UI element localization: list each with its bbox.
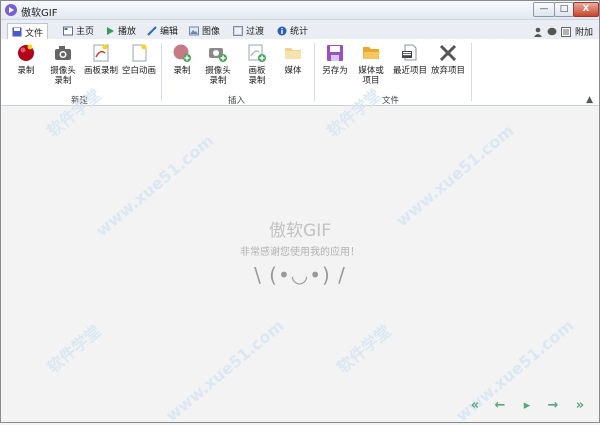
play-triangle-icon[interactable]: ▸ (520, 399, 534, 412)
tab-transition-label: 过渡 (246, 27, 265, 37)
insert-webcam-record-button[interactable]: 摄像头录制 (201, 43, 235, 86)
watermark-url: www.xue51.com (162, 315, 288, 425)
blank-page-icon (129, 43, 149, 63)
discard-project-button[interactable]: 放弃项目 (429, 43, 467, 76)
save-as-button[interactable]: 另存为 (319, 43, 351, 76)
folder-icon (283, 43, 303, 63)
drawing-board-add-icon (247, 43, 267, 63)
tab-home-label: 主页 (76, 27, 95, 37)
welcome-subtitle: 非常感谢您使用我的应用！ (240, 247, 360, 258)
pencil-icon (147, 25, 157, 36)
first-frame-double-arrow-left-icon[interactable]: « (468, 399, 482, 412)
tab-playback-label: 播放 (118, 27, 137, 37)
record-add-icon (172, 43, 192, 63)
new-blank-animation-label: 空白动画 (121, 66, 156, 76)
welcome-emoticon: \ (•◡•) / (254, 263, 346, 287)
new-record-button[interactable]: 录制 (9, 43, 43, 76)
new-webcam-record-button[interactable]: 摄像头录制 (46, 43, 80, 86)
tab-edit-label: 编辑 (160, 27, 179, 37)
insert-media-button[interactable]: 媒体 (279, 43, 307, 76)
group-separator (314, 43, 315, 101)
canvas-area: 软件学堂 软件学堂 www.xue51.com www.xue51.com 软件… (1, 85, 599, 425)
window-title: 傲软GIF (21, 8, 58, 19)
app-window: 傲软GIF — □ X 文件 主页 播放 编辑 图像 过渡 统计 附加 录制 摄… (0, 0, 600, 425)
group-separator (161, 43, 162, 101)
tab-transition[interactable]: 过渡 (229, 23, 268, 38)
open-media-or-project-button[interactable]: 媒体或项目 (355, 43, 387, 86)
previous-frame-arrow-left-icon[interactable]: ← (493, 399, 507, 412)
open-folder-icon (361, 43, 381, 63)
insert-media-label: 媒体 (284, 66, 302, 76)
record-icon (16, 43, 36, 63)
info-icon (277, 26, 287, 35)
insert-webcam-record-label: 摄像头录制 (205, 66, 231, 86)
collapse-ribbon-chevron-up-icon[interactable]: ▲ (586, 95, 593, 105)
tab-file-label: 文件 (25, 28, 44, 39)
attach-icon (560, 26, 571, 37)
tab-home[interactable]: 主页 (59, 23, 98, 38)
camera-add-icon (208, 43, 228, 63)
attach-link[interactable]: 附加 (575, 25, 593, 38)
minimize-button[interactable]: — (533, 2, 555, 17)
new-record-label: 录制 (17, 66, 35, 76)
user-icon[interactable] (533, 27, 543, 37)
drawing-board-icon (91, 43, 111, 63)
next-frame-arrow-right-icon[interactable]: → (546, 399, 560, 412)
tab-image[interactable]: 图像 (185, 23, 224, 38)
tab-edit[interactable]: 编辑 (143, 23, 182, 38)
maximize-button[interactable]: □ (554, 2, 574, 17)
discard-x-icon (438, 43, 458, 63)
group-label-insert: 插入 (228, 96, 246, 106)
tab-playback[interactable]: 播放 (101, 23, 140, 38)
new-webcam-record-label: 摄像头录制 (50, 66, 76, 86)
insert-record-button[interactable]: 录制 (167, 43, 197, 76)
insert-board-record-button[interactable]: 画板录制 (241, 43, 273, 86)
welcome-title: 傲软GIF (269, 221, 331, 241)
recent-files-icon (400, 43, 420, 63)
recent-projects-button[interactable]: 最近项目 (390, 43, 430, 76)
watermark-text: 软件学堂 (333, 321, 395, 378)
ribbon-tabs: 文件 主页 播放 编辑 图像 过渡 统计 附加 (1, 20, 599, 40)
tab-statistics[interactable]: 统计 (273, 23, 312, 38)
transition-icon (233, 25, 243, 36)
image-icon (189, 26, 199, 35)
watermark-text: 软件学堂 (43, 321, 105, 378)
tab-statistics-label: 统计 (290, 27, 309, 37)
tab-image-label: 图像 (202, 27, 221, 37)
feedback-icon[interactable] (547, 27, 557, 37)
new-board-record-button[interactable]: 画板录制 (82, 43, 120, 76)
save-as-label: 另存为 (322, 66, 348, 76)
watermark-url: www.xue51.com (392, 120, 518, 231)
camera-icon (53, 43, 73, 63)
last-frame-double-arrow-right-icon[interactable]: » (573, 399, 587, 412)
top-right-links: 附加 (533, 25, 593, 38)
tab-file[interactable]: 文件 (7, 23, 49, 40)
title-bar: 傲软GIF — □ X (1, 1, 599, 20)
recent-projects-label: 最近项目 (392, 66, 427, 76)
play-icon (107, 26, 114, 35)
insert-record-label: 录制 (173, 66, 191, 76)
discard-project-label: 放弃项目 (430, 66, 465, 76)
app-logo-icon (5, 4, 17, 16)
new-blank-animation-button[interactable]: 空白动画 (121, 43, 157, 76)
close-button[interactable]: X (573, 2, 599, 17)
save-disk-icon (325, 43, 345, 63)
group-separator (471, 43, 472, 101)
new-board-record-label: 画板录制 (83, 66, 118, 76)
home-screen-icon (63, 26, 73, 35)
save-disk-icon (12, 27, 22, 37)
insert-board-record-label: 画板录制 (248, 66, 266, 86)
